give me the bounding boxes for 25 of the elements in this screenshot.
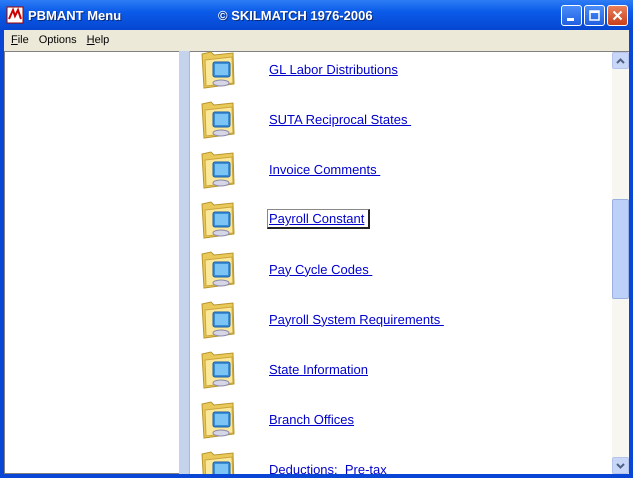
close-icon bbox=[612, 10, 623, 20]
scroll-thumb[interactable] bbox=[612, 199, 629, 299]
menu-link[interactable]: Pay Cycle Codes bbox=[267, 260, 378, 278]
menu-link[interactable]: GL Labor Distributions bbox=[267, 60, 403, 78]
scrollbar[interactable] bbox=[612, 52, 629, 474]
menu-item[interactable]: Options bbox=[34, 34, 82, 46]
menu-link[interactable]: Payroll System Requirements bbox=[267, 310, 449, 328]
window-title: PBMANT Menu bbox=[28, 8, 122, 22]
menu-link[interactable]: Branch Offices bbox=[267, 410, 360, 428]
menu-item[interactable]: File bbox=[6, 34, 34, 46]
menu-link[interactable]: State Information bbox=[267, 360, 373, 378]
minimize-button[interactable] bbox=[561, 4, 582, 26]
scroll-down-icon[interactable] bbox=[612, 457, 629, 474]
menu-link[interactable]: Payroll Constant bbox=[267, 209, 370, 229]
copyright-text: © SKILMATCH 1976-2006 bbox=[218, 8, 374, 22]
menu-link[interactable]: SUTA Reciprocal States bbox=[267, 110, 416, 128]
maximize-button[interactable] bbox=[584, 4, 605, 26]
menu-link[interactable]: Invoice Comments bbox=[267, 160, 386, 178]
maximize-icon bbox=[589, 10, 600, 20]
close-button[interactable] bbox=[607, 4, 628, 26]
minimize-icon bbox=[566, 18, 574, 20]
app-icon bbox=[6, 6, 24, 24]
scroll-up-icon[interactable] bbox=[612, 52, 629, 69]
menu-link[interactable]: Deductions: Pre-tax bbox=[267, 460, 392, 474]
menu-item[interactable]: Help bbox=[82, 34, 114, 46]
